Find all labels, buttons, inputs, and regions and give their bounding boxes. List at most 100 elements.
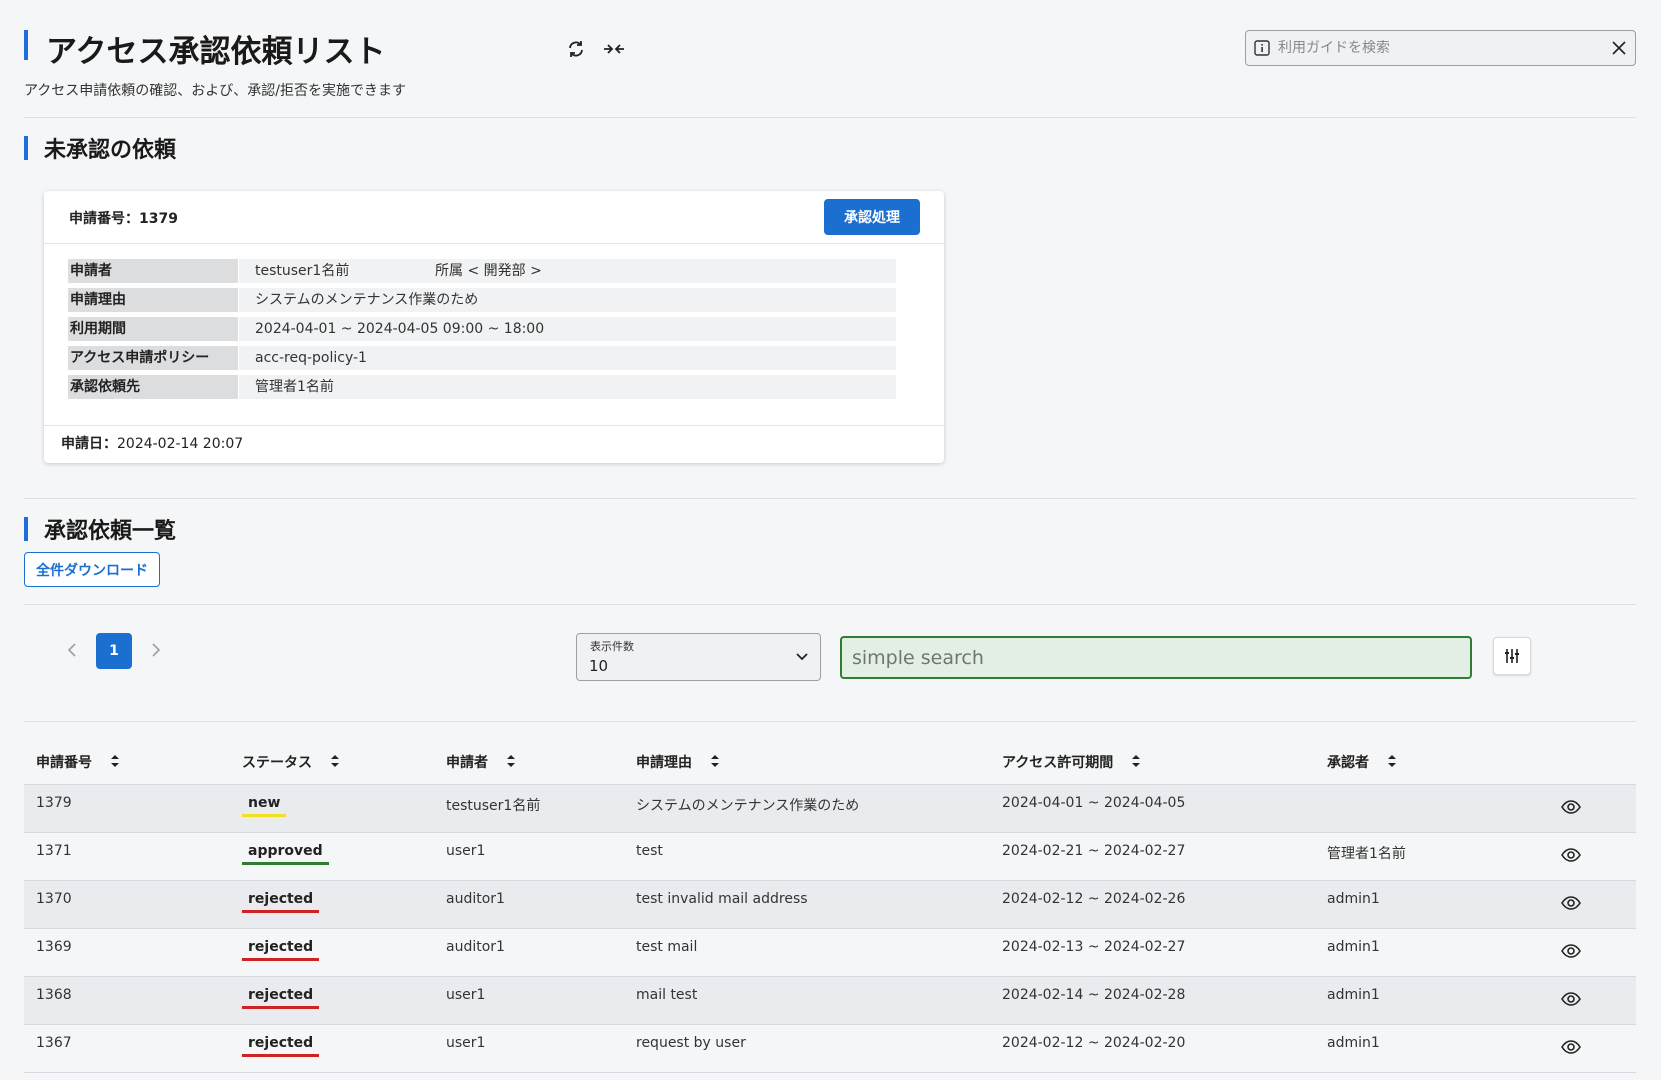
- sort-icon: [711, 754, 719, 767]
- status-badge: rejected: [242, 939, 320, 961]
- cell-id: 1369: [36, 938, 72, 955]
- column-header-approver: 承認者: [1315, 740, 1505, 785]
- divider: [24, 117, 1636, 118]
- table-row[interactable]: 1369 rejected auditor1 test mail 2024-02…: [24, 928, 1636, 976]
- detail-key: 申請者: [68, 259, 238, 283]
- cell-applicant: user1: [446, 986, 486, 1003]
- pagination: 1: [62, 633, 166, 669]
- cell-period: 2024-04-01 ~ 2024-04-05: [1002, 794, 1186, 811]
- table-row[interactable]: 1368 rejected user1 mail test 2024-02-14…: [24, 976, 1636, 1024]
- cell-status: new: [230, 784, 434, 832]
- cell-approver: [1315, 784, 1505, 832]
- pending-section-title: 未承認の依頼: [44, 138, 177, 163]
- column-header-id: 申請番号: [24, 740, 230, 785]
- detail-row-period: 利用期間 2024-04-01 ~ 2024-04-05 09:00 ~ 18:…: [68, 317, 896, 341]
- cell-reason: mail test: [636, 986, 698, 1003]
- sort-icon: [507, 754, 515, 767]
- section-accent-bar: [24, 517, 28, 541]
- divider: [24, 498, 1636, 499]
- guide-search-input[interactable]: [1270, 40, 1611, 56]
- view-detail-button[interactable]: [1505, 880, 1636, 928]
- divider: [24, 721, 1636, 722]
- detail-row-policy: アクセス申請ポリシー acc-req-policy-1: [68, 346, 896, 370]
- page-subtitle: アクセス申請依頼の確認、および、承認/拒否を実施できます: [24, 83, 407, 99]
- request-date-label: 申請日: [61, 436, 103, 452]
- close-icon: [1612, 41, 1626, 55]
- view-detail-button[interactable]: [1505, 784, 1636, 832]
- cell-id: 1379: [36, 794, 72, 811]
- detail-value: 2024-04-01 ~ 2024-04-05 09:00 ~ 18:00: [239, 317, 896, 341]
- card-header: 申請番号：1379 承認処理: [44, 191, 944, 244]
- eye-icon: [1560, 943, 1581, 958]
- cell-period: 2024-02-12 ~ 2024-02-26: [1002, 890, 1186, 907]
- info-icon: [1254, 40, 1270, 56]
- view-detail-button[interactable]: [1505, 976, 1636, 1024]
- status-badge: new: [242, 795, 287, 817]
- collapse-button[interactable]: [601, 36, 627, 62]
- column-header-label: 承認者: [1327, 754, 1369, 771]
- clear-search-button[interactable]: [1611, 40, 1627, 56]
- table-row[interactable]: 1379 new testuser1名前 システムのメンテナンス作業のため 20…: [24, 784, 1636, 832]
- cell-approver: 管理者1名前: [1327, 845, 1406, 862]
- cell-applicant: testuser1名前: [446, 797, 541, 814]
- sort-button[interactable]: [506, 754, 516, 772]
- sort-button[interactable]: [1131, 754, 1141, 772]
- page-button[interactable]: 1: [96, 633, 132, 669]
- column-header-actions: [1505, 740, 1636, 785]
- table-row[interactable]: 1370 rejected auditor1 test invalid mail…: [24, 880, 1636, 928]
- cell-reason: test invalid mail address: [636, 890, 808, 907]
- detail-row-applicant: 申請者 testuser1名前 所属 < 開発部 >: [68, 259, 896, 283]
- detail-row-reason: 申請理由 システムのメンテナンス作業のため: [68, 288, 896, 312]
- detail-value: acc-req-policy-1: [239, 346, 896, 370]
- approve-button[interactable]: 承認処理: [824, 199, 920, 235]
- filter-settings-button[interactable]: [1493, 637, 1531, 675]
- cell-applicant: auditor1: [446, 938, 505, 955]
- detail-key: 利用期間: [68, 317, 238, 341]
- page-title: アクセス承認依頼リスト: [46, 34, 386, 70]
- view-detail-button[interactable]: [1505, 1024, 1636, 1072]
- per-page-value: 10: [589, 657, 609, 675]
- cell-reason: request by user: [636, 1034, 746, 1051]
- sort-icon: [331, 754, 339, 767]
- chevron-down-icon: [796, 653, 808, 661]
- prev-page-button[interactable]: [62, 641, 82, 662]
- refresh-button[interactable]: [563, 36, 589, 62]
- request-number: 申請番号：1379: [69, 211, 178, 227]
- detail-value: 管理者1名前: [239, 375, 896, 399]
- cell-status: approved: [230, 832, 434, 880]
- view-detail-button[interactable]: [1505, 832, 1636, 880]
- collapse-icon: [604, 44, 624, 54]
- table-row[interactable]: 1367 rejected user1 request by user 2024…: [24, 1024, 1636, 1072]
- sort-button[interactable]: [330, 754, 340, 772]
- view-detail-button[interactable]: [1505, 928, 1636, 976]
- detail-key: 承認依頼先: [68, 375, 238, 399]
- table-row[interactable]: 1371 approved user1 test 2024-02-21 ~ 20…: [24, 832, 1636, 880]
- eye-icon: [1560, 799, 1581, 814]
- sort-button[interactable]: [110, 754, 120, 772]
- applicant-name: testuser1名前: [255, 263, 350, 279]
- eye-icon: [1560, 991, 1581, 1006]
- cell-reason: システムのメンテナンス作業のため: [636, 797, 860, 814]
- simple-search-input[interactable]: [840, 636, 1472, 679]
- cell-applicant: user1: [446, 1034, 486, 1051]
- per-page-select[interactable]: 表示件数 10: [576, 633, 821, 681]
- sort-button[interactable]: [710, 754, 720, 772]
- cell-applicant: user1: [446, 842, 486, 859]
- filter-icon: [1505, 649, 1519, 663]
- cell-status: rejected: [230, 880, 434, 928]
- column-header-label: ステータス: [242, 754, 312, 771]
- eye-icon: [1560, 1039, 1581, 1054]
- column-header-applicant: 申請者: [434, 740, 624, 785]
- next-page-button[interactable]: [146, 641, 166, 662]
- cell-approver: admin1: [1327, 890, 1380, 907]
- cell-status: rejected: [230, 976, 434, 1024]
- download-all-button[interactable]: 全件ダウンロード: [24, 552, 160, 587]
- requests-table: 申請番号 ステータス 申請者 申請理由 アクセス許可期間 承認者 1379 ne…: [24, 740, 1636, 1073]
- detail-key: 申請理由: [68, 288, 238, 312]
- card-footer: 申請日：2024-02-14 20:07: [44, 425, 944, 463]
- cell-approver: admin1: [1327, 986, 1380, 1003]
- pending-request-card: 申請番号：1379 承認処理 申請者 testuser1名前 所属 < 開発部 >…: [44, 191, 944, 463]
- list-section-title: 承認依頼一覧: [44, 519, 177, 544]
- sort-icon: [1132, 754, 1141, 767]
- sort-button[interactable]: [1387, 754, 1397, 772]
